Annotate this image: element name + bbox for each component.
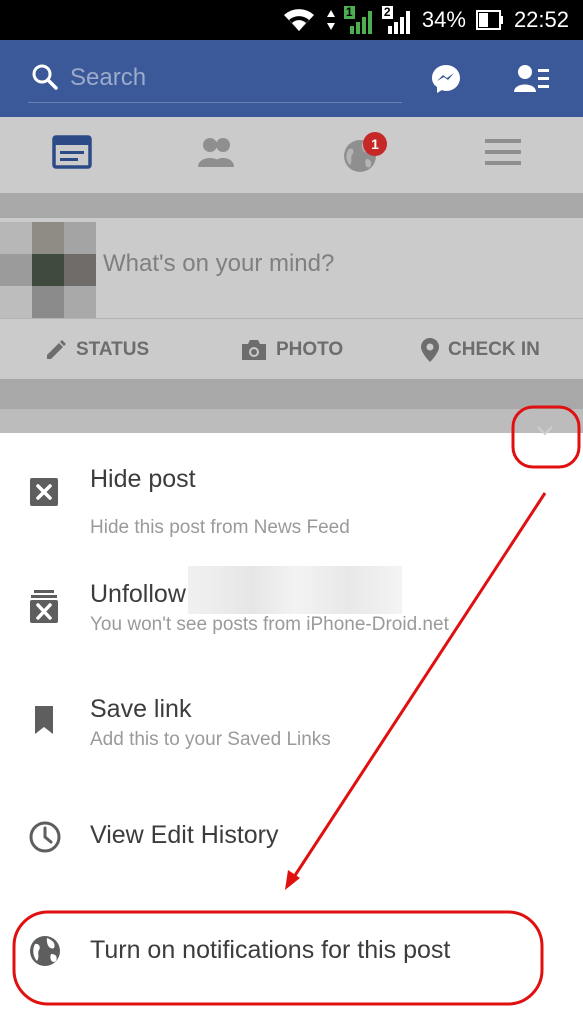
tab-friends[interactable] (196, 135, 236, 175)
search-icon[interactable] (32, 64, 58, 90)
menu-item-title: Unfollow (90, 580, 186, 608)
feed-separator-2 (0, 379, 583, 409)
photo-label: PHOTO (276, 339, 344, 360)
menu-item-title: View Edit History (90, 821, 279, 849)
menu-item-subtitle: Add this to your Saved Links (90, 729, 331, 750)
news-feed-icon (52, 135, 92, 169)
globe-icon (30, 936, 60, 966)
clock-time: 22:52 (513, 7, 569, 32)
pencil-icon (47, 340, 66, 359)
clock-icon (29, 821, 61, 853)
top-app-bar: Search (0, 40, 583, 117)
data-arrows-icon (326, 10, 335, 30)
status-label: STATUS (76, 339, 150, 360)
menu-icon (485, 139, 521, 165)
battery-percent: 34% (421, 7, 466, 32)
search-input[interactable]: Search (70, 60, 400, 96)
sim1-signal-icon: 1 (343, 5, 374, 34)
close-box-icon (30, 478, 58, 506)
camera-icon (242, 340, 266, 360)
redacted-page-name (188, 566, 402, 614)
bookmark-icon (35, 706, 53, 734)
menu-item-title: Save link (90, 695, 192, 723)
feed-separator (0, 196, 583, 218)
check-in-label: CHECK IN (448, 339, 540, 360)
menu-item-subtitle: Hide this post from News Feed (90, 517, 350, 538)
location-pin-icon (421, 338, 439, 362)
dimmed-news-feed: 1 What's on your mind? STATUS PHOTO CHEC… (0, 117, 583, 433)
menu-item-turn-on-notifications[interactable]: Turn on notifications for this post (0, 918, 583, 988)
post-header-strip (0, 409, 583, 433)
search-underline (28, 102, 402, 103)
check-in-button[interactable]: CHECK IN (420, 330, 540, 370)
wifi-icon (283, 9, 314, 31)
post-options-sheet: Hide post Hide this post from News Feed … (0, 433, 583, 1024)
tab-menu[interactable] (484, 135, 524, 175)
menu-item-subtitle: You won't see posts from iPhone-Droid.ne… (90, 614, 449, 635)
avatar[interactable] (0, 222, 96, 318)
sim1-label: 1 (343, 5, 355, 19)
battery-icon (475, 10, 503, 30)
tab-bar: 1 (0, 117, 583, 196)
tab-news-feed[interactable] (52, 135, 92, 175)
status-composer: What's on your mind? STATUS PHOTO CHECK … (0, 218, 583, 378)
menu-item-hide-post[interactable]: Hide post Hide this post from News Feed (0, 453, 583, 553)
unfollow-icon (30, 590, 58, 623)
notification-badge: 1 (363, 132, 387, 156)
friends-icon (198, 138, 234, 167)
menu-item-title: Turn on notifications for this post (90, 936, 451, 964)
sim2-signal-icon: 2 (381, 5, 412, 34)
sim2-label: 2 (381, 5, 393, 19)
menu-item-title: Hide post (90, 465, 196, 493)
status-button[interactable]: STATUS (44, 330, 149, 370)
messenger-icon[interactable] (430, 63, 462, 95)
photo-button[interactable]: PHOTO (240, 330, 343, 370)
status-bar: 1 2 34% 22:52 (0, 0, 583, 40)
composer-prompt[interactable]: What's on your mind? (103, 250, 334, 278)
menu-item-view-edit-history[interactable]: View Edit History (0, 803, 583, 873)
menu-item-save-link[interactable]: Save link Add this to your Saved Links (0, 683, 583, 783)
friend-requests-icon[interactable] (514, 64, 550, 94)
composer-divider (0, 318, 583, 319)
